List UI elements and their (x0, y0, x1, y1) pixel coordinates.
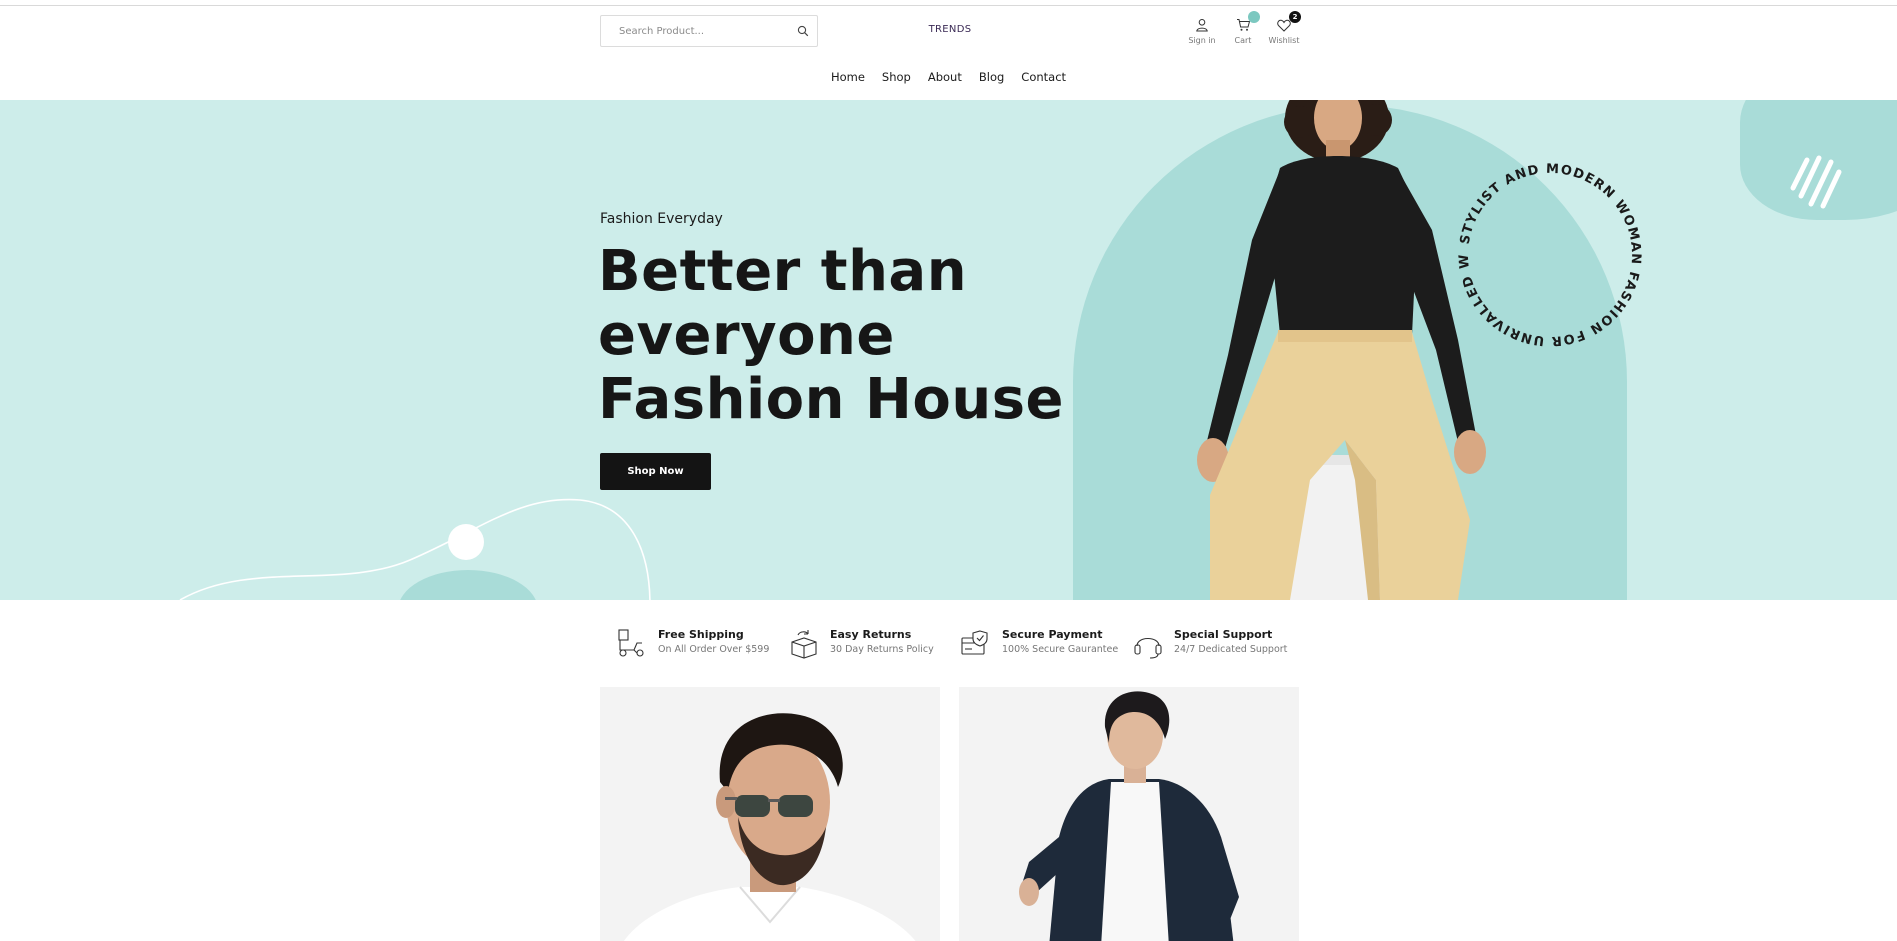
cart-icon: 0 (1234, 11, 1260, 34)
product-image-man-jacket (1019, 691, 1239, 941)
product-card[interactable] (959, 687, 1299, 941)
feature-subtitle: 24/7 Dedicated Support (1174, 644, 1288, 655)
hero-circular-slogan: STYLIST AND MODERN WOMAN FASHION FOR UNR… (1445, 150, 1643, 348)
product-image-man-sunglasses (624, 713, 916, 941)
feature-title: Free Shipping (658, 628, 744, 641)
sign-in-button[interactable]: Sign in (1182, 16, 1222, 45)
feature-title: Special Support (1174, 628, 1273, 641)
decorative-dot (448, 524, 484, 560)
nav-contact[interactable]: Contact (1021, 70, 1066, 84)
wishlist-label: Wishlist (1268, 36, 1300, 45)
feature-subtitle: 100% Secure Gaurantee (1002, 644, 1119, 655)
features-strip: Free Shipping On All Order Over $599 Eas… (616, 628, 1316, 662)
feature-title: Secure Payment (1002, 628, 1103, 641)
cart-count-badge: 0 (1248, 11, 1260, 23)
feature-subtitle: On All Order Over $599 (658, 644, 770, 655)
main-nav: Home Shop About Blog Contact (0, 70, 1897, 84)
hero-banner: Fashion Everyday Better than everyone Fa… (0, 100, 1897, 600)
nav-blog[interactable]: Blog (979, 70, 1004, 84)
sign-in-label: Sign in (1188, 36, 1216, 45)
search-icon[interactable] (789, 16, 817, 46)
secure-card-icon (961, 630, 988, 655)
wishlist-button[interactable]: 2 Wishlist (1264, 11, 1304, 45)
return-box-icon (791, 630, 817, 659)
top-border (0, 5, 1897, 6)
heart-icon: 2 (1275, 11, 1301, 34)
delivery-scooter-icon (618, 629, 644, 657)
headset-icon (1134, 637, 1162, 659)
search-input[interactable] (601, 16, 789, 46)
decorative-curve (179, 498, 651, 600)
nav-shop[interactable]: Shop (882, 70, 911, 84)
feature-subtitle: 30 Day Returns Policy (830, 644, 934, 655)
feature-title: Easy Returns (830, 628, 912, 641)
user-icon (1193, 16, 1211, 34)
hero-tagline: Fashion Everyday (600, 211, 723, 227)
feature-secure-payment: Secure Payment 100% Secure Gaurantee (960, 628, 1118, 660)
feature-special-support: Special Support 24/7 Dedicated Support (1132, 628, 1287, 660)
site-logo[interactable]: TRENDS (915, 24, 985, 35)
circular-slogan-text: STYLIST AND MODERN WOMAN FASHION FOR UNR… (1445, 150, 1642, 348)
feature-easy-returns: Easy Returns 30 Day Returns Policy (788, 628, 934, 660)
hero-headline: Better than everyone Fashion House (598, 239, 1065, 432)
svg-text:STYLIST AND MODERN WOMAN FASHI: STYLIST AND MODERN WOMAN FASHION FOR UNR… (1445, 150, 1643, 348)
wishlist-count-badge: 2 (1289, 11, 1301, 23)
shop-now-button[interactable]: Shop Now (600, 453, 711, 490)
search-bar[interactable] (600, 15, 818, 47)
cart-label: Cart (1234, 36, 1252, 45)
cart-button[interactable]: 0 Cart (1223, 11, 1263, 45)
product-card[interactable] (600, 687, 940, 941)
nav-home[interactable]: Home (831, 70, 865, 84)
decorative-dashes (1790, 155, 1842, 209)
feature-free-shipping: Free Shipping On All Order Over $599 (616, 628, 769, 660)
nav-about[interactable]: About (928, 70, 962, 84)
